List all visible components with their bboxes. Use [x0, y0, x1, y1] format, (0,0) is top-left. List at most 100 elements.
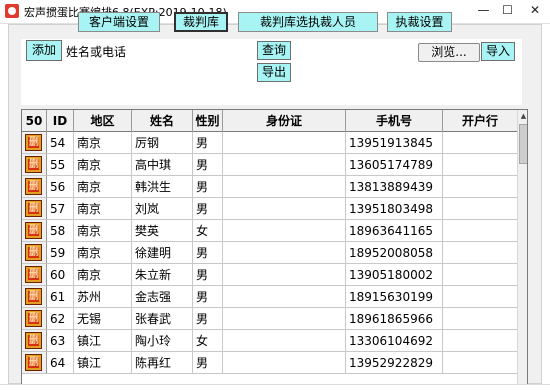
cell-bank[interactable]	[443, 176, 517, 198]
cell-id-card[interactable]	[223, 198, 346, 220]
cell-gender[interactable]: 男	[193, 132, 223, 154]
export-button[interactable]: 导出	[257, 63, 291, 82]
table-row[interactable]: 删 63 镇江 陶小玲女 13306104692	[22, 330, 517, 352]
delete-icon[interactable]: 删	[25, 354, 42, 371]
cell-region[interactable]: 南京	[74, 198, 132, 220]
cell-phone[interactable]: 13951803498	[346, 198, 443, 220]
column-header-bank[interactable]: 开户行	[443, 110, 517, 132]
cell-phone[interactable]: 18915630199	[346, 286, 443, 308]
table-row[interactable]: 删 64 镇江 陈再红男 13952922829	[22, 352, 517, 374]
cell-id-card[interactable]	[223, 132, 346, 154]
cell-id-card[interactable]	[223, 330, 346, 352]
delete-icon[interactable]: 删	[25, 134, 42, 151]
table-row[interactable]: 删 58 南京 樊英女 18963641165	[22, 220, 517, 242]
cell-phone[interactable]: 18963641165	[346, 220, 443, 242]
cell-gender[interactable]: 男	[193, 242, 223, 264]
cell-id[interactable]: 62	[47, 308, 74, 330]
tab-referee-library[interactable]: 裁判库	[174, 12, 228, 32]
cell-gender[interactable]: 女	[193, 220, 223, 242]
cell-bank[interactable]	[443, 132, 517, 154]
cell-phone[interactable]: 13813889439	[346, 176, 443, 198]
cell-phone[interactable]: 13605174789	[346, 154, 443, 176]
cell-region[interactable]: 无锡	[74, 308, 132, 330]
cell-bank[interactable]	[443, 308, 517, 330]
query-button[interactable]: 查询	[257, 41, 291, 60]
cell-phone[interactable]: 13951913845	[346, 132, 443, 154]
cell-name[interactable]: 金志强	[132, 286, 193, 308]
cell-id-card[interactable]	[223, 264, 346, 286]
delete-icon[interactable]: 删	[25, 156, 42, 173]
cell-bank[interactable]	[443, 220, 517, 242]
table-row[interactable]: 删 54 南京 厉钢男 13951913845	[22, 132, 517, 154]
delete-icon[interactable]: 删	[25, 332, 42, 349]
cell-id[interactable]: 57	[47, 198, 74, 220]
tab-select-officiating-referees[interactable]: 裁判库选执裁人员	[238, 12, 378, 32]
cell-region[interactable]: 镇江	[74, 352, 132, 374]
table-row[interactable]: 删 55 南京 高中琪男 13605174789	[22, 154, 517, 176]
table-row[interactable]: 删 59 南京 徐建明男 18952008058	[22, 242, 517, 264]
delete-icon[interactable]: 删	[25, 200, 42, 217]
cell-id-card[interactable]	[223, 286, 346, 308]
cell-id[interactable]: 55	[47, 154, 74, 176]
cell-id-card[interactable]	[223, 176, 346, 198]
cell-id-card[interactable]	[223, 308, 346, 330]
table-row[interactable]: 删 56 南京 韩洪生男 13813889439	[22, 176, 517, 198]
cell-id-card[interactable]	[223, 352, 346, 374]
column-header-name[interactable]: 姓名	[132, 110, 193, 132]
minimize-button[interactable]: —	[470, 0, 497, 20]
column-header-id[interactable]: ID	[47, 110, 74, 132]
cell-name[interactable]: 朱立新	[132, 264, 193, 286]
cell-id-card[interactable]	[223, 154, 346, 176]
cell-gender[interactable]: 男	[193, 154, 223, 176]
vertical-scrollbar[interactable]: ▲	[517, 110, 527, 386]
cell-region[interactable]: 苏州	[74, 286, 132, 308]
cell-name[interactable]: 张春武	[132, 308, 193, 330]
cell-region[interactable]: 南京	[74, 132, 132, 154]
cell-phone[interactable]: 18961865966	[346, 308, 443, 330]
delete-icon[interactable]: 删	[25, 266, 42, 283]
cell-bank[interactable]	[443, 264, 517, 286]
tab-client-settings[interactable]: 客户端设置	[78, 12, 160, 32]
cell-gender[interactable]: 男	[193, 264, 223, 286]
cell-gender[interactable]: 男	[193, 352, 223, 374]
cell-name[interactable]: 樊英	[132, 220, 193, 242]
cell-phone[interactable]: 13952922829	[346, 352, 443, 374]
cell-id[interactable]: 56	[47, 176, 74, 198]
table-row[interactable]: 删 57 南京 刘岚男 13951803498	[22, 198, 517, 220]
cell-bank[interactable]	[443, 352, 517, 374]
add-button[interactable]: 添加	[26, 40, 62, 61]
cell-gender[interactable]: 男	[193, 308, 223, 330]
close-button[interactable]: ✕	[520, 0, 550, 20]
cell-region[interactable]: 南京	[74, 264, 132, 286]
browse-button[interactable]: 浏览...	[418, 43, 480, 62]
import-button[interactable]: 导入	[481, 42, 515, 61]
cell-region[interactable]: 南京	[74, 220, 132, 242]
cell-bank[interactable]	[443, 154, 517, 176]
cell-bank[interactable]	[443, 242, 517, 264]
delete-icon[interactable]: 删	[25, 288, 42, 305]
column-header-phone[interactable]: 手机号	[346, 110, 443, 132]
cell-id[interactable]: 59	[47, 242, 74, 264]
cell-phone[interactable]: 13905180002	[346, 264, 443, 286]
cell-phone[interactable]: 18952008058	[346, 242, 443, 264]
cell-name[interactable]: 陶小玲	[132, 330, 193, 352]
cell-id[interactable]: 64	[47, 352, 74, 374]
cell-name[interactable]: 刘岚	[132, 198, 193, 220]
cell-gender[interactable]: 男	[193, 176, 223, 198]
cell-id[interactable]: 58	[47, 220, 74, 242]
cell-region[interactable]: 南京	[74, 176, 132, 198]
cell-gender[interactable]: 男	[193, 286, 223, 308]
column-header-region[interactable]: 地区	[74, 110, 132, 132]
tab-officiating-settings[interactable]: 执裁设置	[387, 12, 452, 32]
table-row[interactable]: 删 61 苏州 金志强男 18915630199	[22, 286, 517, 308]
cell-phone[interactable]: 13306104692	[346, 330, 443, 352]
cell-id[interactable]: 61	[47, 286, 74, 308]
cell-gender[interactable]: 女	[193, 330, 223, 352]
delete-icon[interactable]: 删	[25, 310, 42, 327]
cell-region[interactable]: 南京	[74, 242, 132, 264]
delete-icon[interactable]: 删	[25, 178, 42, 195]
cell-id-card[interactable]	[223, 242, 346, 264]
cell-id[interactable]: 54	[47, 132, 74, 154]
cell-id-card[interactable]	[223, 220, 346, 242]
cell-name[interactable]: 高中琪	[132, 154, 193, 176]
